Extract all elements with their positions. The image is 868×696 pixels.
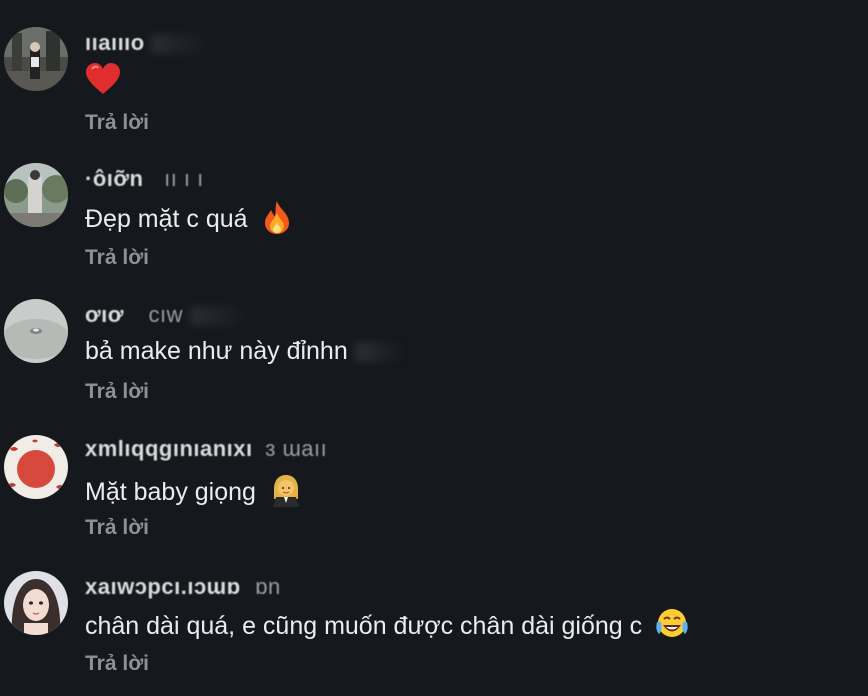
reply-button[interactable]: Trả lời bbox=[85, 111, 149, 135]
username-blur bbox=[151, 34, 212, 55]
avatar[interactable] bbox=[4, 571, 68, 635]
comment-item: ơıơ cıw bả make như này đỉnhn Trả lời bbox=[0, 294, 868, 424]
comment-item: xmlıqqgınıanıxı ɜ ɯaıı Mặt baby giọng Tr… bbox=[0, 430, 868, 560]
comment-item: ·ôıỡn ıı ı ı Đẹp mặt c quá Trả lời bbox=[0, 158, 868, 288]
avatar[interactable] bbox=[4, 299, 68, 363]
comment-username[interactable]: ơıơ cıw bbox=[85, 302, 250, 328]
heart-icon bbox=[85, 62, 121, 103]
avatar[interactable] bbox=[4, 27, 68, 91]
comment-text: Mặt baby giọng bbox=[85, 473, 303, 514]
comment-text: bả make như này đỉnhn bbox=[85, 337, 405, 366]
comment-username[interactable]: xmlıqqgınıanıxı ɜ ɯaıı bbox=[85, 436, 327, 462]
woman-judge-icon bbox=[269, 473, 303, 514]
comment-text: Đẹp mặt c quá bbox=[85, 199, 293, 242]
username-blur bbox=[189, 306, 250, 327]
reply-button[interactable]: Trả lời bbox=[85, 246, 149, 270]
comment-item: xaıwɔpcı.ıɔɯɒ ɒn chân dài quá, e cũng mu… bbox=[0, 566, 868, 696]
comment-text: chân dài quá, e cũng muốn được chân dài … bbox=[85, 608, 689, 647]
reply-button[interactable]: Trả lời bbox=[85, 516, 149, 540]
comment-username[interactable]: ·ôıỡn ıı ı ı bbox=[85, 166, 204, 192]
avatar[interactable] bbox=[4, 163, 68, 227]
tears-of-joy-icon bbox=[655, 608, 689, 647]
comment-item: ııaıııo Trả lời bbox=[0, 22, 868, 152]
fire-icon bbox=[261, 199, 293, 242]
comment-username[interactable]: xaıwɔpcı.ıɔɯɒ ɒn bbox=[85, 574, 281, 600]
reply-button[interactable]: Trả lời bbox=[85, 652, 149, 676]
reply-button[interactable]: Trả lời bbox=[85, 380, 149, 404]
comment-username[interactable]: ııaıııo bbox=[85, 30, 212, 56]
comment-text bbox=[85, 62, 121, 103]
avatar[interactable] bbox=[4, 435, 68, 499]
text-blur bbox=[354, 342, 405, 363]
